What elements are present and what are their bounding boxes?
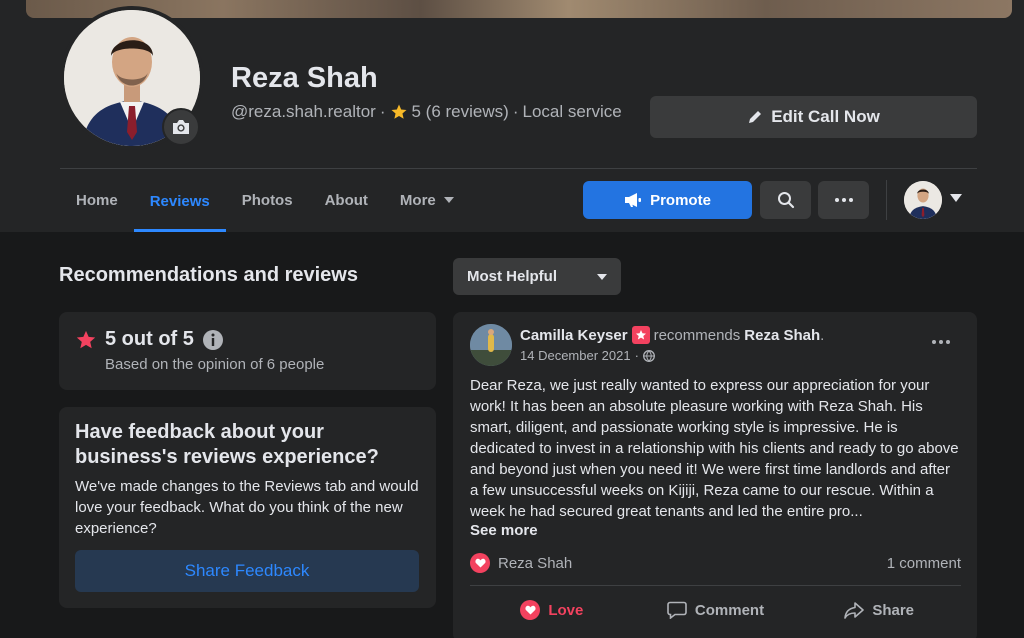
camera-icon — [173, 120, 189, 134]
rating-basis: Based on the opinion of 6 people — [105, 356, 325, 373]
avatar — [470, 324, 512, 366]
love-label: Love — [548, 601, 584, 619]
update-photo-button[interactable] — [162, 108, 200, 146]
profile-header: Reza Shah @reza.shah.realtor · 5 (6 revi… — [0, 0, 1024, 232]
separator: · — [634, 348, 639, 363]
feedback-card: Have feedback about your business's revi… — [59, 407, 436, 608]
caret-down-icon — [443, 197, 454, 203]
page-category[interactable]: Local service — [522, 102, 621, 122]
review-target[interactable]: Reza Shah — [744, 327, 820, 344]
edit-call-now-label: Edit Call Now — [771, 107, 880, 126]
see-more-link[interactable]: See more — [470, 522, 538, 539]
info-icon[interactable] — [202, 329, 224, 351]
review-header: Camilla Keyser recommends Reza Shah. — [520, 326, 824, 344]
star-icon — [76, 330, 96, 348]
edit-call-now-button[interactable]: Edit Call Now — [650, 96, 977, 138]
tab-about[interactable]: About — [309, 170, 384, 230]
tab-more[interactable]: More — [384, 170, 470, 230]
sort-label: Most Helpful — [467, 268, 557, 285]
comment-button[interactable]: Comment — [634, 590, 798, 630]
star-icon — [391, 104, 406, 119]
tab-reviews-label: Reviews — [149, 192, 210, 210]
section-title: Recommendations and reviews — [59, 264, 358, 286]
share-feedback-button[interactable]: Share Feedback — [75, 550, 419, 592]
feedback-title: Have feedback about your business's revi… — [75, 421, 379, 468]
share-label: Share — [872, 601, 915, 619]
nav-separator — [886, 180, 887, 220]
rating-summary: 5 out of 5 — [75, 328, 224, 351]
reactor-name: Reza Shah — [498, 554, 573, 572]
globe-icon — [642, 349, 655, 362]
review-post: Camilla Keyser recommends Reza Shah. 14 … — [453, 312, 977, 638]
share-icon — [844, 601, 865, 619]
share-button[interactable]: Share — [797, 590, 961, 630]
post-actions: Love Comment Share — [470, 590, 961, 630]
more-options-button[interactable] — [818, 181, 869, 219]
separator: · — [379, 102, 386, 121]
tab-reviews[interactable]: Reviews — [133, 170, 226, 232]
reaction-summary: Reza Shah 1 comment — [470, 553, 961, 573]
review-period: . — [820, 326, 825, 344]
review-date[interactable]: 14 December 2021 — [520, 348, 631, 363]
tab-more-label: More — [399, 191, 436, 209]
search-button[interactable] — [760, 181, 811, 219]
reviewer-avatar[interactable] — [470, 324, 512, 366]
caret-down-icon[interactable] — [950, 194, 962, 202]
post-divider — [470, 585, 961, 586]
tab-photos-label: Photos — [241, 191, 293, 209]
page-tabs: Home Reviews Photos About More — [60, 170, 470, 232]
heart-icon — [470, 553, 490, 573]
comment-count[interactable]: 1 comment — [887, 555, 961, 572]
separator: · — [512, 102, 519, 121]
megaphone-icon — [625, 193, 642, 207]
heart-icon — [520, 600, 541, 620]
caret-down-icon — [597, 273, 607, 280]
love-button[interactable]: Love — [470, 590, 634, 630]
avatar — [904, 181, 942, 219]
recommend-badge-icon — [631, 326, 650, 344]
reviewer-name[interactable]: Camilla Keyser — [520, 327, 628, 344]
page-subtitle: @reza.shah.realtor · 5 (6 reviews) · Loc… — [231, 102, 622, 122]
promote-button[interactable]: Promote — [583, 181, 752, 219]
tab-home[interactable]: Home — [60, 170, 134, 230]
promote-label: Promote — [650, 191, 711, 209]
feedback-body: We've made changes to the Reviews tab an… — [75, 478, 419, 537]
switch-profile-avatar[interactable] — [904, 181, 942, 219]
header-divider — [60, 168, 977, 169]
rating-summary-text: 5 out of 5 — [105, 328, 194, 350]
tab-photos[interactable]: Photos — [226, 170, 309, 230]
rating-summary-card: 5 out of 5 Based on the opinion of 6 peo… — [59, 312, 436, 390]
review-options-button[interactable] — [923, 328, 959, 356]
review-verb: recommends — [653, 326, 741, 344]
page-name: Reza Shah — [231, 62, 378, 94]
page-handle[interactable]: @reza.shah.realtor — [231, 102, 376, 122]
comment-icon — [667, 601, 687, 619]
review-text: Dear Reza, we just really wanted to expr… — [470, 377, 959, 520]
reactions[interactable]: Reza Shah — [470, 553, 572, 573]
search-icon — [777, 192, 794, 209]
review-meta: 14 December 2021 · — [520, 348, 655, 363]
tab-home-label: Home — [76, 191, 118, 209]
comment-label: Comment — [694, 601, 765, 619]
pencil-icon — [749, 111, 762, 123]
tab-about-label: About — [324, 191, 368, 209]
sort-dropdown[interactable]: Most Helpful — [453, 258, 621, 295]
cover-photo[interactable] — [26, 0, 1012, 18]
more-icon — [932, 340, 950, 344]
more-icon — [834, 198, 853, 202]
rating-summary-link[interactable]: 5 (6 reviews) — [412, 102, 509, 122]
